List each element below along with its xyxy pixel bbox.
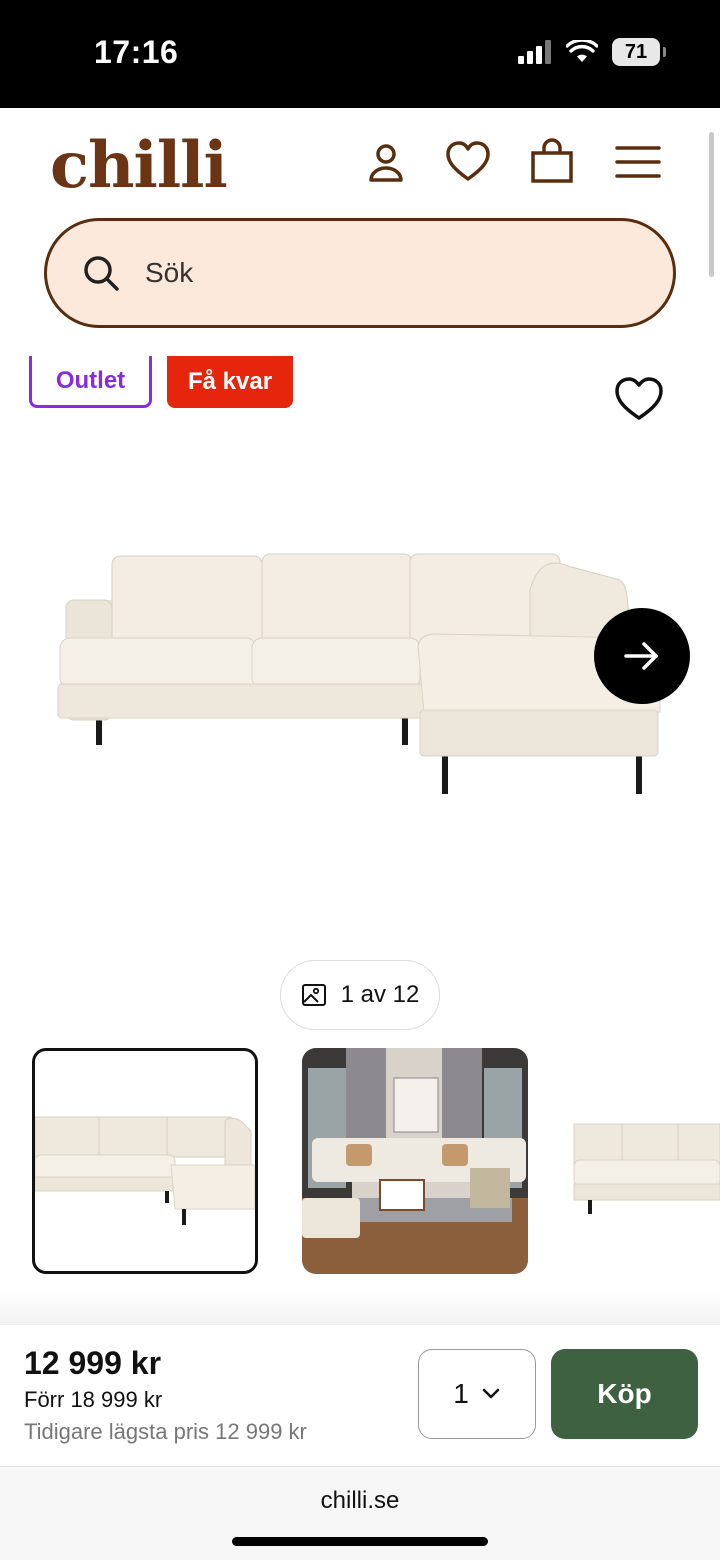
current-price: 12 999 kr [24,1345,162,1381]
site-header: chilli [0,108,720,220]
url-text: chilli.se [320,1487,400,1514]
buy-button-label: Köp [597,1378,652,1409]
account-icon[interactable] [362,138,410,186]
status-icons: 71 [518,38,666,66]
thumbnail-sofa-image [35,1116,255,1225]
wifi-icon [566,40,598,62]
browser-url-bar[interactable]: chilli.se [0,1466,720,1560]
shopping-bag-icon[interactable] [528,138,576,186]
outlet-badge: Outlet [29,356,152,408]
wishlist-heart-icon[interactable] [444,138,492,186]
search-placeholder: Sök [145,257,194,288]
image-counter-text: 1 av 12 [340,981,420,1008]
cellular-signal-icon [518,40,551,64]
status-time: 17:16 [94,34,179,70]
buy-button[interactable]: Köp [551,1349,698,1439]
lowest-price-note: Tidigare lägsta pris 12 999 kr [24,1419,307,1444]
battery-level: 71 [624,40,648,63]
few-left-badge-label: Få kvar [187,368,273,395]
quantity-select[interactable]: 1 [418,1349,536,1439]
quantity-value: 1 [453,1378,469,1409]
thumbnail-sofa-side-image [573,1123,720,1214]
search-icon [84,256,119,291]
search-field[interactable]: Sök [44,218,676,328]
home-indicator [232,1537,488,1546]
purchase-bar: 12 999 kr Förr 18 999 kr Tidigare lägsta… [0,1324,720,1466]
thumbnail-1-selected[interactable] [32,1048,258,1274]
image-counter[interactable]: 1 av 12 [280,960,440,1030]
thumbnail-3[interactable] [570,1048,720,1274]
image-icon [301,984,326,1006]
menu-icon[interactable] [614,138,662,186]
next-image-button[interactable] [594,608,690,704]
arrow-right-icon [624,642,658,670]
chevron-down-icon [482,1388,500,1399]
scroll-indicator [709,132,714,277]
content-fade [0,1290,720,1324]
product-image-sofa[interactable] [40,530,680,810]
chilli-logo[interactable]: chilli [50,128,228,203]
thumbnail-livingroom-image [302,1048,528,1274]
few-left-badge: Få kvar [167,356,293,408]
status-bar: 17:16 71 [0,0,720,108]
outlet-badge-label: Outlet [55,366,126,394]
favorite-heart-icon[interactable] [612,372,666,426]
battery-icon: 71 [612,38,666,66]
previous-price: Förr 18 999 kr [24,1387,163,1412]
thumbnail-2[interactable] [302,1048,528,1274]
